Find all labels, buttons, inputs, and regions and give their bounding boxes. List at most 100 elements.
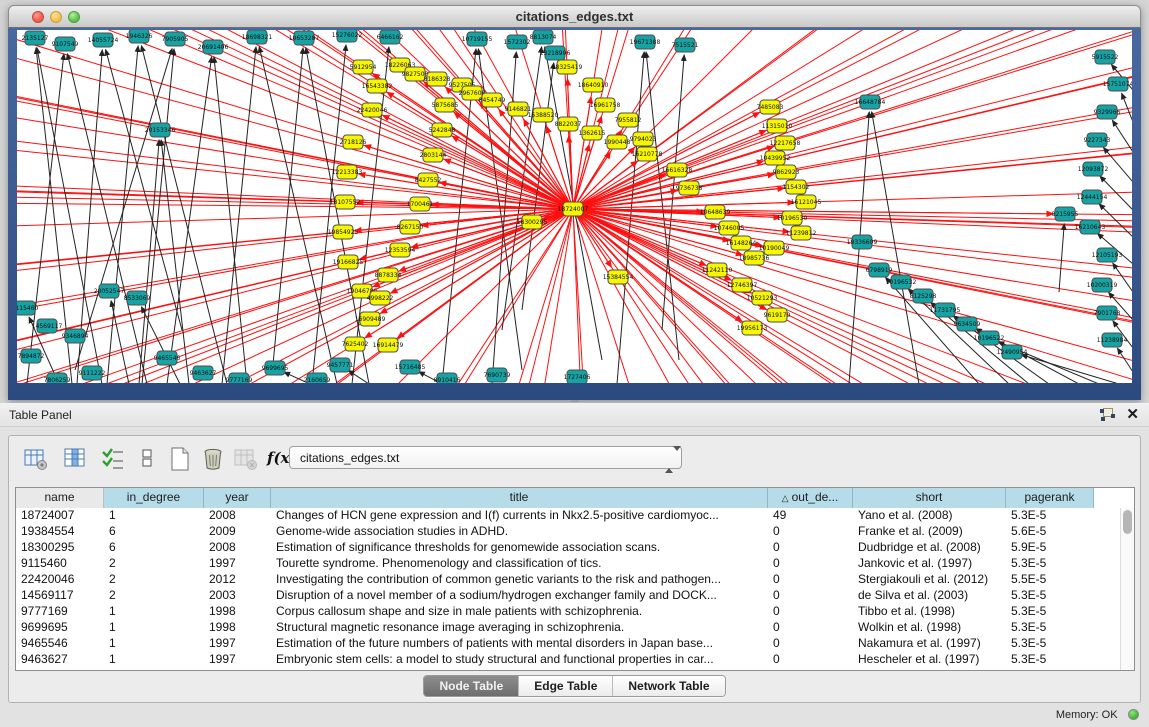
table-cell[interactable]: Tourette syndrome. Phenomenology and cla… (271, 556, 768, 572)
table-cell[interactable]: 0 (768, 556, 853, 572)
node[interactable]: 9699695 (262, 361, 289, 375)
table-cell[interactable]: Structural magnetic resonance image aver… (271, 620, 768, 636)
selected-node[interactable]: 2803144 (420, 148, 447, 162)
node[interactable]: 15716485 (395, 360, 426, 374)
selected-node[interactable]: 9862923 (773, 165, 800, 179)
selected-node[interactable]: 8822037 (555, 117, 582, 131)
table-cell[interactable]: 1998 (204, 604, 271, 620)
table-cell[interactable]: 1997 (204, 556, 271, 572)
table-cell[interactable]: Tibbo et al. (1998) (853, 604, 1006, 620)
node[interactable]: 7905905 (162, 32, 189, 46)
node[interactable]: 18698321 (242, 30, 273, 44)
table-cell[interactable]: 1 (104, 636, 204, 652)
table-row[interactable]: 977716911998Corpus callosum shape and si… (16, 604, 1134, 620)
table-cell[interactable]: 0 (768, 572, 853, 588)
node[interactable]: 7806259 (44, 373, 71, 383)
selected-node[interactable]: 19854925 (328, 225, 359, 239)
selected-node[interactable]: 8186328 (424, 72, 451, 86)
node[interactable]: 2160659 (304, 373, 331, 383)
column-header-short[interactable]: short (853, 488, 1006, 508)
node[interactable]: 9457771 (327, 358, 354, 372)
selected-node[interactable]: 5875685 (432, 98, 459, 112)
table-cell[interactable]: Investigating the contribution of common… (271, 572, 768, 588)
table-cell[interactable]: 5.5E-5 (1006, 572, 1094, 588)
node[interactable]: 12490954 (997, 345, 1028, 359)
table-cell[interactable]: Corpus callosum shape and size in male p… (271, 604, 768, 620)
scrollbar-thumb[interactable] (1123, 510, 1132, 534)
table-cell[interactable]: 2008 (204, 540, 271, 556)
node[interactable]: 19671388 (630, 35, 661, 49)
table-row[interactable]: 1938455462009Genome-wide association stu… (16, 524, 1134, 540)
table-cell[interactable]: Genome-wide association studies in ADHD. (271, 524, 768, 540)
node[interactable]: 8813074 (530, 30, 557, 44)
node[interactable]: 14055724 (88, 33, 119, 47)
table-cell[interactable]: 9699695 (16, 620, 104, 636)
table-row[interactable]: 946554611997Estimation of the future num… (16, 636, 1134, 652)
node[interactable]: 6798919 (866, 263, 893, 277)
table-cell[interactable]: 9777169 (16, 604, 104, 620)
node[interactable]: 20052547 (94, 284, 125, 298)
table-cell[interactable]: 22420046 (16, 572, 104, 588)
table-row[interactable]: 1456911722003Disruption of a novel membe… (16, 588, 1134, 604)
tab-edge-table[interactable]: Edge Table (519, 676, 613, 696)
node[interactable]: 10719155 (462, 32, 493, 46)
selected-node[interactable]: 5912954 (350, 60, 377, 74)
table-row[interactable]: 969969511998Structural magnetic resonanc… (16, 620, 1134, 636)
table-cell[interactable]: 18300295 (16, 540, 104, 556)
table-cell[interactable]: Disruption of a novel member of a sodium… (271, 588, 768, 604)
selected-node[interactable]: 1154302 (783, 180, 810, 194)
table-cell[interactable]: 2 (104, 588, 204, 604)
table-cell[interactable]: 5.3E-5 (1006, 556, 1094, 572)
node[interactable]: 9634509 (954, 317, 981, 331)
selected-node[interactable]: 16616328 (662, 163, 693, 177)
selected-node[interactable]: 8427552 (415, 173, 442, 187)
selected-node[interactable]: 7485083 (757, 100, 784, 114)
selected-node[interactable]: 18640910 (578, 78, 609, 92)
node[interactable]: 8215955 (1052, 207, 1079, 221)
selected-node[interactable]: 5242848 (429, 123, 456, 137)
table-cell[interactable]: 5.3E-5 (1006, 604, 1094, 620)
node[interactable]: 9115460 (17, 301, 39, 315)
table-row[interactable]: 1830029562008Estimation of significance … (16, 540, 1134, 556)
node[interactable]: 6466162 (377, 30, 404, 44)
node[interactable]: 12105193 (1092, 248, 1123, 262)
trash-icon[interactable] (200, 446, 226, 472)
selected-node[interactable]: 19166825 (333, 255, 364, 269)
node[interactable]: 9111222 (79, 366, 106, 380)
column-select-icon[interactable] (63, 446, 89, 472)
node[interactable]: 1727406 (564, 370, 591, 383)
table-cell[interactable]: Stergiakouli et al. (2012) (853, 572, 1006, 588)
table-cell[interactable]: 0 (768, 620, 853, 636)
node[interactable]: 9346894 (62, 329, 89, 343)
table-cell[interactable]: 2 (104, 572, 204, 588)
table-cell[interactable]: Dudbridge et al. (2008) (853, 540, 1006, 556)
table-cell[interactable]: 6 (104, 540, 204, 556)
node[interactable]: 9227343 (1084, 133, 1111, 147)
node[interactable]: 15276022 (332, 30, 363, 42)
table-cell[interactable]: 1 (104, 620, 204, 636)
table-cell[interactable]: 1997 (204, 652, 271, 668)
table-cell[interactable]: 0 (768, 524, 853, 540)
selected-node[interactable]: 8267150 (397, 220, 424, 234)
table-cell[interactable]: 5.3E-5 (1006, 636, 1094, 652)
table-cell[interactable]: 5.9E-5 (1006, 540, 1094, 556)
selected-node[interactable]: 9736738 (676, 181, 703, 195)
selected-node[interactable]: 1700461 (407, 197, 434, 211)
table-cell[interactable]: 1 (104, 652, 204, 668)
table-cell[interactable]: 2003 (204, 588, 271, 604)
selected-node[interactable]: 16121045 (791, 195, 822, 209)
table-cell[interactable]: 2009 (204, 524, 271, 540)
column-header-out_de[interactable]: △out_de... (768, 488, 853, 508)
table-cell[interactable]: 9463627 (16, 652, 104, 668)
table-row[interactable]: 946362711997Embryonic stem cells: a mode… (16, 652, 1134, 668)
network-view[interactable]: 2135127910754914055724194632679059052069… (17, 30, 1132, 383)
table-cell[interactable]: 1998 (204, 620, 271, 636)
table-vertical-scrollbar[interactable] (1120, 508, 1134, 670)
node[interactable]: 9107549 (52, 37, 79, 51)
table-cell[interactable]: 0 (768, 652, 853, 668)
selected-node[interactable]: 4998222 (367, 291, 394, 305)
column-header-pagerank[interactable]: pagerank (1006, 488, 1094, 508)
table-cell[interactable]: 9465546 (16, 636, 104, 652)
node[interactable]: 9463627 (190, 366, 217, 380)
table-cell[interactable]: Wolkin et al. (1998) (853, 620, 1006, 636)
